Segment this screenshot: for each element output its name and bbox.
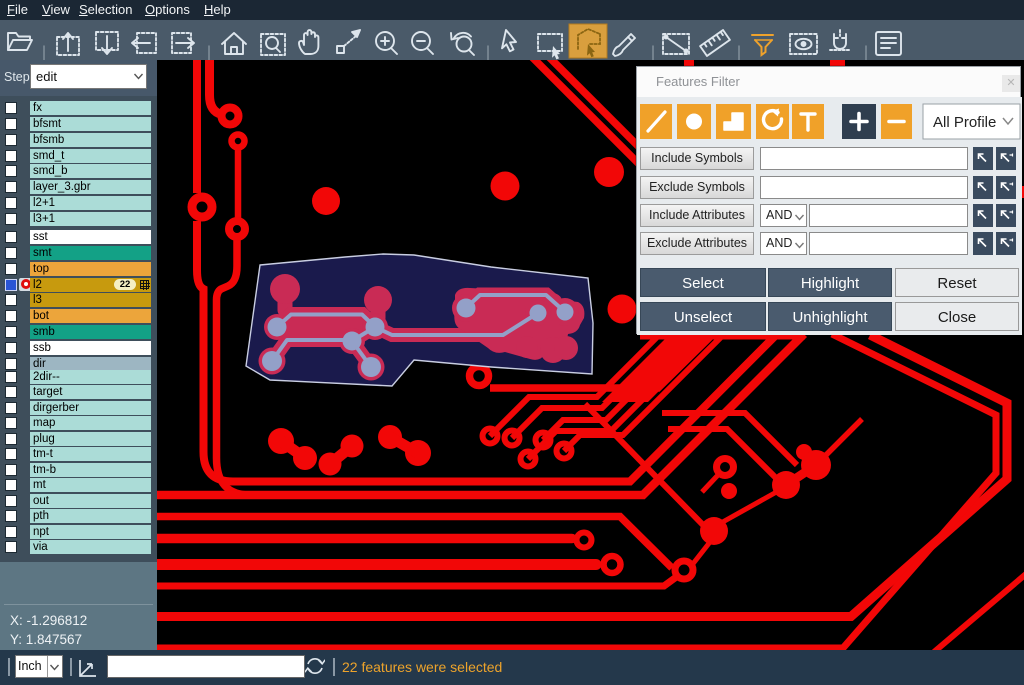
- svg-text:All Profile: All Profile: [933, 114, 996, 131]
